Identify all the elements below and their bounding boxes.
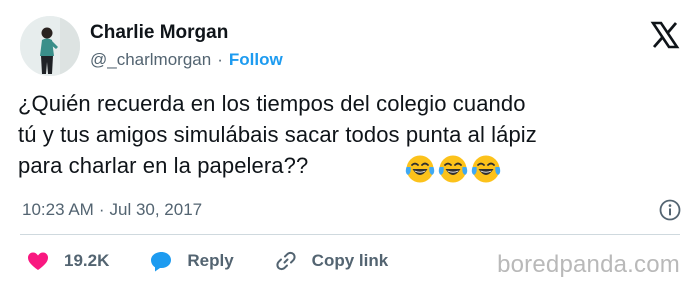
author-handle[interactable]: @_charlmorgan	[90, 50, 211, 69]
author-handle-row: @_charlmorgan · Follow	[90, 49, 283, 71]
avatar[interactable]	[20, 16, 80, 76]
reply-label: Reply	[187, 251, 234, 270]
like-button[interactable]: 19.2K	[26, 249, 109, 273]
reply-bubble-icon	[151, 252, 172, 272]
tweet-text: ¿Quién recuerda en los tiempos del coleg…	[18, 88, 678, 181]
watermark: boredpanda.com	[497, 251, 680, 278]
face-with-tears-of-joy-icon	[405, 155, 435, 183]
avatar-image	[20, 16, 80, 76]
tweet-header: Charlie Morgan @_charlmorgan · Follow	[20, 14, 283, 78]
tweet-time: 10:23 AM	[22, 200, 94, 219]
emoji-row	[405, 154, 501, 184]
author-names: Charlie Morgan @_charlmorgan · Follow	[90, 21, 283, 71]
handle-separator: ·	[217, 50, 223, 69]
heart-icon	[28, 252, 48, 270]
copy-link-label: Copy link	[311, 251, 389, 270]
tweet-timestamp[interactable]: 10:23 AM · Jul 30, 2017	[22, 199, 202, 221]
link-icon	[276, 251, 296, 271]
timestamp-separator: ·	[98, 200, 105, 219]
face-with-tears-of-joy-icon	[438, 155, 468, 183]
follow-button[interactable]: Follow	[229, 50, 283, 69]
tweet-text-line: ¿Quién recuerda en los tiempos del coleg…	[18, 91, 526, 116]
tweet-date: Jul 30, 2017	[109, 200, 203, 219]
tweet-actions: 19.2K Reply Copy link	[26, 248, 428, 274]
tweet-text-line: tú y tus amigos simulábais sacar todos p…	[18, 122, 537, 147]
copy-link-button[interactable]: Copy link	[274, 249, 389, 273]
info-icon[interactable]	[658, 198, 682, 222]
reply-button[interactable]: Reply	[149, 249, 234, 273]
x-logo-icon[interactable]	[650, 20, 680, 50]
tweet-text-line: para charlar en la papelera??	[18, 153, 309, 178]
face-with-tears-of-joy-icon	[471, 155, 501, 183]
author-display-name[interactable]: Charlie Morgan	[90, 21, 283, 45]
tweet-card: Charlie Morgan @_charlmorgan · Follow ¿Qui…	[0, 0, 700, 287]
like-count: 19.2K	[64, 251, 110, 270]
divider	[20, 234, 680, 235]
